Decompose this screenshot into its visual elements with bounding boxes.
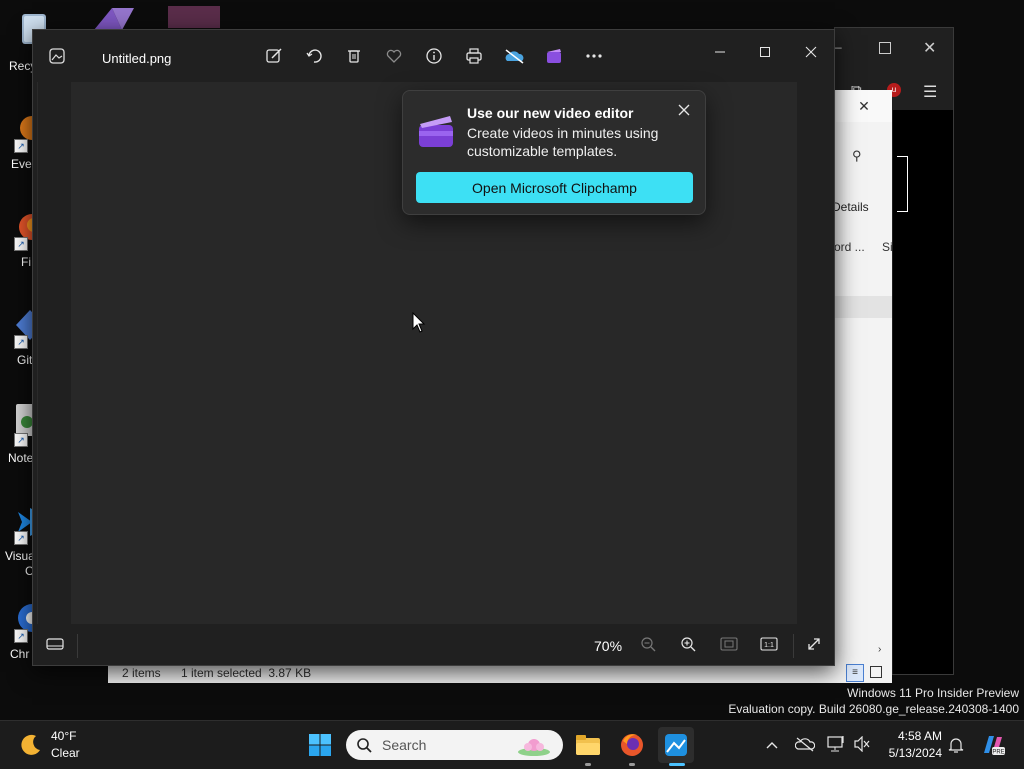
search-highlight-icon [514, 732, 554, 758]
canvas-divider [37, 82, 38, 624]
shortcut-arrow-icon: ↗ [14, 139, 28, 153]
selected-row[interactable] [834, 296, 892, 318]
browser-content [893, 110, 953, 674]
window-title: Untitled.png [102, 51, 172, 66]
weather-desc[interactable]: Clear [51, 746, 80, 760]
media-thumbnail-icon[interactable] [168, 6, 220, 28]
minimize-button[interactable] [700, 38, 740, 66]
favorite-icon[interactable] [383, 45, 405, 67]
watermark-line-1: Windows 11 Pro Insider Preview [847, 686, 1019, 700]
more-icon[interactable] [583, 45, 605, 67]
actual-size-icon[interactable]: 1:1 [757, 632, 781, 656]
status-selection: 1 item selected 3.87 KB [181, 666, 312, 680]
weather-moon-icon[interactable] [18, 732, 44, 758]
firefox-taskbar-icon[interactable] [614, 727, 650, 763]
large-icons-view-icon[interactable] [870, 666, 882, 678]
photos-taskbar-icon[interactable] [658, 727, 694, 763]
visual-studio-desktop-icon[interactable] [92, 4, 142, 30]
running-indicator [585, 763, 591, 766]
flyout-title: Use our new video editor [467, 105, 634, 121]
search-placeholder: Search [382, 737, 427, 753]
watermark-line-2: Evaluation copy. Build 26080.ge_release.… [728, 702, 1019, 716]
bottom-bar-separator [793, 634, 794, 658]
running-indicator [629, 763, 635, 766]
copilot-icon[interactable]: PRE [980, 733, 1006, 757]
onedrive-tray-icon[interactable] [794, 736, 816, 752]
taskbar: 40°F Clear Search 4:58 AM 5/13/2024 PRE [0, 720, 1024, 769]
column-header-modified[interactable]: ord ... [834, 240, 865, 254]
clock-time[interactable]: 4:58 AM [880, 729, 942, 743]
clipchamp-teaching-tip: Use our new video editor Create videos i… [402, 90, 706, 215]
start-button[interactable] [302, 727, 338, 763]
shortcut-arrow-icon: ↗ [14, 531, 28, 545]
close-button[interactable] [791, 38, 831, 66]
desktop-label-git: Git [17, 353, 33, 367]
gallery-icon[interactable] [49, 48, 65, 64]
maximize-icon[interactable] [879, 42, 891, 54]
shortcut-arrow-icon: ↗ [14, 433, 28, 447]
taskbar-search-box[interactable]: Search [346, 730, 563, 760]
flyout-body: Create videos in minutes using customiza… [467, 125, 659, 159]
filmstrip-icon[interactable] [43, 632, 67, 656]
minimize-button[interactable]: – [835, 40, 845, 54]
network-icon[interactable] [827, 735, 845, 753]
weather-temp[interactable]: 40°F [51, 729, 76, 743]
mouse-pointer-icon [412, 311, 426, 334]
menu-icon[interactable]: ☰ [923, 82, 937, 102]
dialog-close-button[interactable]: ✕ [836, 90, 892, 122]
fit-to-window-icon[interactable] [717, 632, 741, 656]
bottom-bar-separator [77, 634, 78, 658]
rotate-icon[interactable] [303, 45, 325, 67]
flyout-close-button[interactable] [675, 101, 693, 119]
clipchamp-logo-icon [417, 113, 455, 149]
content-frame [897, 156, 908, 212]
details-view-icon[interactable]: ≡ [846, 664, 864, 682]
shortcut-arrow-icon: ↗ [14, 335, 28, 349]
status-item-count: 2 items [122, 666, 161, 680]
volume-muted-icon[interactable] [853, 735, 871, 753]
desktop-label-chrome: Chr [10, 647, 30, 661]
maximize-button[interactable] [745, 38, 785, 66]
desktop-label-firefox: Fi [21, 255, 31, 269]
desktop-label-notepad: Note [8, 451, 34, 465]
svg-text:PRE: PRE [992, 750, 1004, 756]
delete-icon[interactable] [343, 45, 365, 67]
notification-bell-icon[interactable] [948, 736, 964, 754]
file-explorer-taskbar-icon[interactable] [570, 727, 606, 763]
search-icon[interactable]: ⚲ [852, 148, 862, 164]
scroll-right-button[interactable]: › [878, 644, 890, 658]
show-hidden-icons-chevron-icon[interactable] [765, 738, 779, 750]
close-icon[interactable]: ✕ [923, 38, 936, 58]
print-icon[interactable] [463, 45, 485, 67]
zoom-in-icon[interactable] [676, 632, 700, 656]
svg-text:1:1: 1:1 [764, 642, 774, 649]
desktop-label-vscode: Visua [5, 549, 35, 563]
zoom-out-icon[interactable] [636, 632, 660, 656]
full-screen-icon[interactable] [802, 632, 826, 656]
clipchamp-icon[interactable] [543, 45, 565, 67]
edit-icon[interactable] [263, 45, 285, 67]
shortcut-arrow-icon: ↗ [14, 237, 28, 251]
shortcut-arrow-icon: ↗ [14, 629, 28, 643]
details-button[interactable]: Details [832, 200, 869, 214]
active-indicator [669, 763, 685, 766]
search-icon [356, 737, 372, 753]
info-icon[interactable] [423, 45, 445, 67]
column-header-size[interactable]: Si [882, 240, 893, 254]
zoom-level: 70% [594, 638, 623, 654]
onedrive-icon[interactable] [503, 45, 525, 67]
clock-date[interactable]: 5/13/2024 [880, 746, 942, 760]
open-clipchamp-button[interactable]: Open Microsoft Clipchamp [416, 172, 693, 203]
